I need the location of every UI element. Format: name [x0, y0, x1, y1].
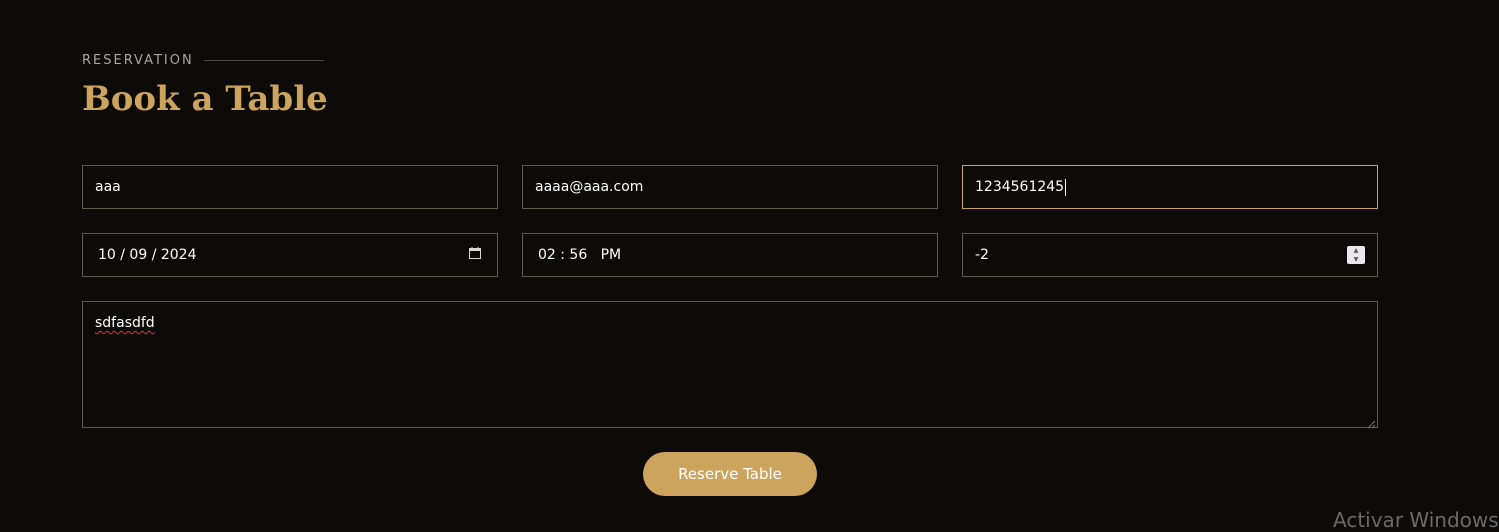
- name-field-value: aaa: [95, 179, 121, 195]
- windows-activation-watermark: Activar Windows: [1333, 508, 1499, 532]
- text-caret: [1065, 178, 1067, 196]
- date-field[interactable]: 10 / 09 / 2024: [82, 233, 498, 277]
- section-tag: RESERVATION: [82, 53, 324, 68]
- phone-field-value: 1234561245: [975, 179, 1065, 195]
- phone-field[interactable]: 1234561245: [962, 165, 1378, 209]
- date-field-value: 10 / 09 / 2024: [98, 247, 197, 263]
- reserve-table-button[interactable]: Reserve Table: [643, 452, 817, 496]
- email-field[interactable]: aaaa@aaa.com: [522, 165, 938, 209]
- spinner-up-icon[interactable]: ▲: [1354, 247, 1359, 254]
- email-field-value: aaaa@aaa.com: [535, 179, 644, 195]
- time-field[interactable]: 02 : 56 PM: [522, 233, 938, 277]
- page-title: Book a Table: [82, 79, 328, 119]
- people-field[interactable]: -2 ▲ ▼: [962, 233, 1378, 277]
- people-field-value: -2: [975, 247, 989, 263]
- name-field[interactable]: aaa: [82, 165, 498, 209]
- message-textarea[interactable]: sdfasdfd: [82, 301, 1378, 429]
- spinner-down-icon[interactable]: ▼: [1354, 256, 1359, 263]
- section-tag-divider: [203, 60, 324, 61]
- number-spinner[interactable]: ▲ ▼: [1347, 246, 1365, 264]
- resize-grip-icon[interactable]: [1367, 417, 1376, 429]
- message-textarea-value: sdfasdfd: [95, 315, 155, 331]
- calendar-icon[interactable]: [469, 247, 481, 259]
- section-tag-label: RESERVATION: [82, 53, 194, 68]
- time-field-value: 02 : 56 PM: [538, 247, 622, 263]
